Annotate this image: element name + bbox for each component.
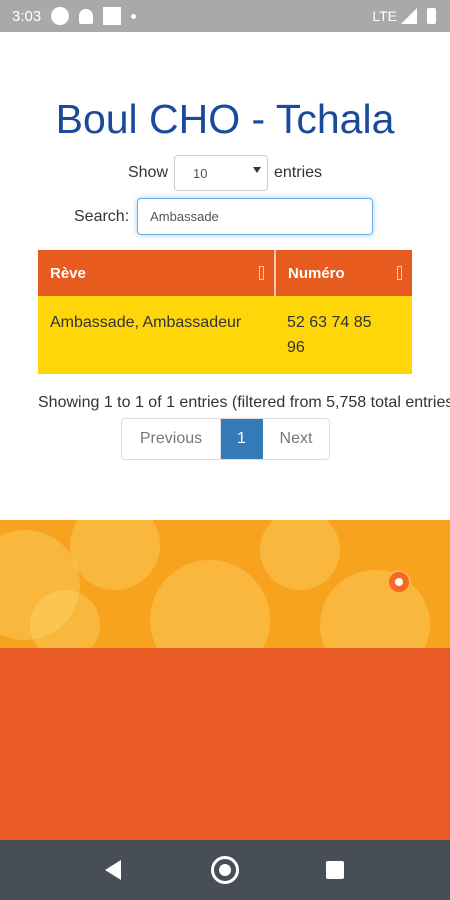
table-info: Showing 1 to 1 of 1 entries (filtered fr… <box>38 394 450 411</box>
battery-icon <box>427 8 436 24</box>
bell-icon <box>79 8 94 24</box>
orange-background-section <box>0 648 450 840</box>
show-label: Show <box>127 164 168 181</box>
entries-select[interactable]: 10 <box>174 155 268 191</box>
signal-icon <box>401 8 417 24</box>
sort-icon <box>259 266 264 280</box>
notification-square-icon <box>103 7 122 25</box>
notification-circle-icon <box>51 7 70 25</box>
entries-label: entries <box>274 164 323 181</box>
recent-apps-icon[interactable] <box>326 861 344 879</box>
cell-numero-line: 52 63 74 85 <box>287 314 372 331</box>
page-title: Boul CHO - Tchala <box>55 96 395 142</box>
search-label: Search: <box>74 207 130 225</box>
search-row: Search: <box>74 198 374 235</box>
column-header-numero[interactable]: Numéro <box>275 250 412 296</box>
cell-reve: Ambassade, Ambassadeur <box>38 296 275 374</box>
dropdown-arrow-icon <box>253 167 261 173</box>
previous-button[interactable]: Previous <box>122 419 221 459</box>
pagination: Previous 1 Next <box>121 418 330 460</box>
navigation-bar <box>0 840 450 900</box>
table-row: Ambassade, Ambassadeur 52 63 74 85 96 <box>38 296 412 374</box>
home-icon[interactable] <box>211 856 239 884</box>
back-icon[interactable] <box>105 860 121 880</box>
floating-badge-icon[interactable] <box>387 570 411 594</box>
sort-icon <box>397 266 402 280</box>
cell-numero: 52 63 74 85 96 <box>275 296 412 374</box>
page-button-current[interactable]: 1 <box>221 419 263 459</box>
status-time: 3:03 <box>12 7 42 25</box>
table-header-row: Rève Numéro <box>38 250 412 296</box>
more-notifications-dot-icon <box>131 13 137 19</box>
column-header-label: Rève <box>50 264 86 282</box>
column-header-label: Numéro <box>288 264 345 282</box>
results-table: Rève Numéro Ambassade, Ambassadeur 52 63… <box>38 250 412 374</box>
search-input[interactable] <box>137 198 374 235</box>
cell-numero-line: 96 <box>287 339 305 356</box>
entries-length-control: Show 10 entries <box>0 155 450 191</box>
column-header-reve[interactable]: Rève <box>38 250 276 296</box>
status-bar: 3:03 LTE <box>0 0 450 32</box>
entries-select-value: 10 <box>193 165 208 181</box>
page-content: Boul CHO - Tchala Show 10 entries Search… <box>0 32 450 520</box>
network-type: LTE <box>372 8 397 24</box>
decorative-background <box>0 520 450 648</box>
next-button[interactable]: Next <box>263 419 329 459</box>
